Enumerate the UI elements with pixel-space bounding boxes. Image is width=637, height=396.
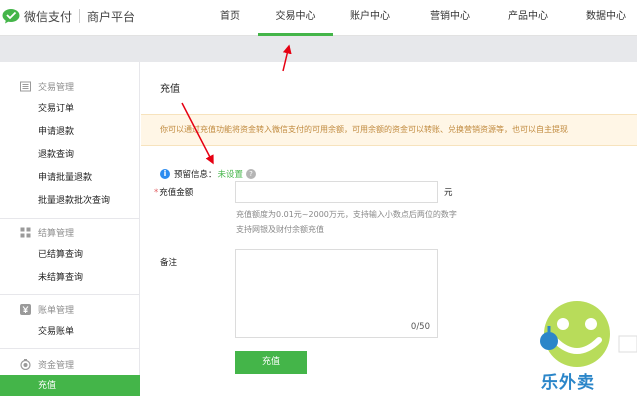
- sidebar-item-recharge[interactable]: 充值: [0, 375, 140, 396]
- sidebar-item-trade-orders[interactable]: 交易订单: [0, 98, 140, 120]
- sub-header-band: [0, 36, 637, 62]
- sidebar-group-label: 账单管理: [38, 305, 75, 316]
- sidebar-group-trade: 交易管理: [0, 73, 140, 99]
- nav-account-center[interactable]: 账户中心: [339, 0, 401, 36]
- nav-data-center[interactable]: 数据中心: [575, 0, 637, 36]
- nav-home[interactable]: 首页: [208, 0, 252, 36]
- amount-unit: 元: [444, 188, 453, 198]
- sidebar-group-label: 资金管理: [38, 360, 75, 371]
- list-icon: [20, 81, 31, 91]
- sidebar-group-bills: 账单管理: [0, 296, 140, 322]
- sidebar-item-refund-query[interactable]: 退款查询: [0, 144, 140, 166]
- yen-icon: [20, 303, 31, 315]
- top-header: 微信支付 商户平台 首页 交易中心 账户中心 营销中心 产品中心 数据中心: [0, 0, 637, 36]
- amount-label-text: 充值金额: [159, 188, 194, 198]
- payment-methods-hint: 支持网银及财付余额充值: [236, 225, 324, 234]
- remark-textarea[interactable]: 0/50: [235, 249, 438, 338]
- sidebar-group-funds: 资金管理: [0, 351, 140, 377]
- brand[interactable]: 微信支付 商户平台: [2, 5, 135, 27]
- sidebar: 交易管理 交易订单 申请退款 退款查询 申请批量退款 批量退款批次查询 结算管理…: [0, 62, 140, 396]
- sidebar-item-unsettled-query[interactable]: 未结算查询: [0, 267, 140, 289]
- nav-trade-center[interactable]: 交易中心: [258, 0, 333, 36]
- sidebar-group-label: 结算管理: [38, 228, 75, 239]
- sidebar-item-apply-refund[interactable]: 申请退款: [0, 121, 140, 143]
- top-nav: 首页 交易中心 账户中心 营销中心 产品中心 数据中心: [208, 0, 637, 36]
- amount-label: *充值金额: [154, 186, 193, 198]
- reserve-info: i 预留信息： 未设置 ?: [160, 168, 257, 180]
- sidebar-divider: [0, 348, 140, 349]
- info-banner-text: 你可以通过充值功能将资金转入微信支付的可用余额，可用余额的资金可以转账、兑换营销…: [160, 125, 568, 134]
- nav-product-center[interactable]: 产品中心: [497, 0, 559, 36]
- reserve-info-label: 预留信息：: [174, 170, 217, 180]
- amount-hint: 充值额度为0.01元~2000万元，支持输入小数点后两位的数字: [236, 210, 457, 219]
- remark-label: 备注: [160, 258, 178, 268]
- page-title: 充值: [160, 84, 180, 95]
- watermark-text: 乐外卖: [541, 373, 595, 393]
- required-mark: *: [154, 188, 159, 198]
- wechat-pay-logo: [2, 9, 20, 24]
- sidebar-group-settlement: 结算管理: [0, 219, 140, 245]
- reserve-info-set-link[interactable]: 未设置: [218, 168, 244, 180]
- info-icon: i: [160, 169, 170, 179]
- nav-marketing-center[interactable]: 营销中心: [419, 0, 481, 36]
- sidebar-group-label: 交易管理: [38, 82, 75, 93]
- brand-name: 微信支付: [24, 9, 73, 24]
- help-icon[interactable]: ?: [246, 169, 257, 179]
- sidebar-item-trade-bill[interactable]: 交易账单: [0, 321, 140, 343]
- sidebar-divider: [0, 294, 140, 295]
- sidebar-item-batch-refund-query[interactable]: 批量退款批次查询: [0, 190, 140, 212]
- sidebar-item-settled-query[interactable]: 已结算查询: [0, 244, 140, 266]
- amount-input[interactable]: [235, 181, 438, 203]
- funds-icon: [20, 358, 31, 370]
- remark-char-counter: 0/50: [410, 322, 430, 332]
- brand-divider: [79, 9, 81, 23]
- brand-platform: 商户平台: [87, 9, 136, 24]
- grid-icon: [20, 227, 31, 237]
- sidebar-item-batch-refund[interactable]: 申请批量退款: [0, 167, 140, 189]
- info-banner: 你可以通过充值功能将资金转入微信支付的可用余额，可用余额的资金可以转账、兑换营销…: [141, 114, 637, 146]
- recharge-submit-button[interactable]: 充值: [235, 351, 307, 374]
